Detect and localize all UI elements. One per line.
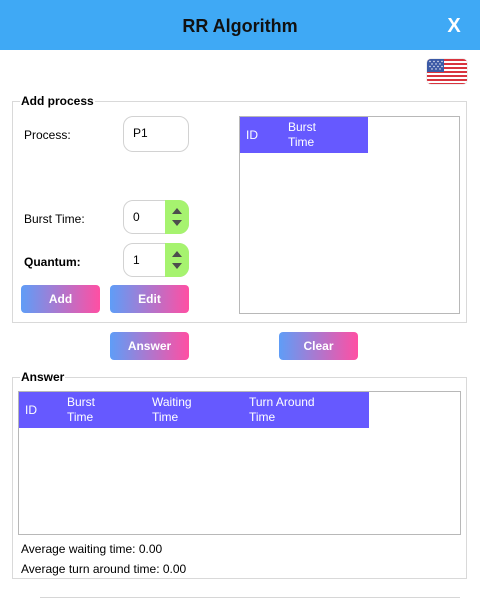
add-button[interactable]: Add <box>21 285 100 313</box>
burst-time-spinner[interactable] <box>165 200 189 234</box>
process-label: Process: <box>24 128 71 142</box>
chevron-up-icon[interactable] <box>172 208 182 214</box>
column-header-id[interactable]: ID <box>246 128 258 143</box>
average-turn-around-time: Average turn around time: 0.00 <box>21 562 187 576</box>
quantum-value: 1 <box>133 253 140 267</box>
chevron-down-icon[interactable] <box>172 220 182 226</box>
burst-time-value: 0 <box>133 210 140 224</box>
answer-table[interactable]: ID Burst Time Waiting Time Turn Around T… <box>18 391 461 535</box>
process-input[interactable]: P1 <box>123 116 189 152</box>
answer-table-header: ID Burst Time Waiting Time Turn Around T… <box>19 392 369 428</box>
quantum-stepper[interactable]: 1 <box>123 243 189 277</box>
process-table[interactable]: ID Burst Time <box>239 116 460 314</box>
average-waiting-time: Average waiting time: 0.00 <box>21 542 163 556</box>
clear-button[interactable]: Clear <box>279 332 358 360</box>
column-header-burst-time[interactable]: Burst Time <box>67 395 107 425</box>
chevron-down-icon[interactable] <box>172 263 182 269</box>
quantum-spinner[interactable] <box>165 243 189 277</box>
quantum-label: Quantum: <box>24 255 81 269</box>
column-header-turn-around-time[interactable]: Turn Around Time <box>249 395 339 425</box>
process-table-header: ID Burst Time <box>240 117 368 153</box>
column-header-waiting-time[interactable]: Waiting Time <box>152 395 202 425</box>
close-button[interactable]: X <box>440 12 468 40</box>
add-process-group-label: Add process <box>20 94 95 108</box>
chevron-up-icon[interactable] <box>172 251 182 257</box>
column-header-burst-time[interactable]: Burst Time <box>288 120 328 150</box>
answer-group-label: Answer <box>20 370 66 384</box>
window-bottom-edge <box>40 597 460 598</box>
answer-button[interactable]: Answer <box>110 332 189 360</box>
process-input-value: P1 <box>133 126 148 140</box>
us-flag-icon[interactable] <box>427 59 467 84</box>
burst-time-label: Burst Time: <box>24 212 85 226</box>
burst-time-stepper[interactable]: 0 <box>123 200 189 234</box>
edit-button[interactable]: Edit <box>110 285 189 313</box>
window-title: RR Algorithm <box>182 16 298 36</box>
column-header-id[interactable]: ID <box>25 403 37 418</box>
